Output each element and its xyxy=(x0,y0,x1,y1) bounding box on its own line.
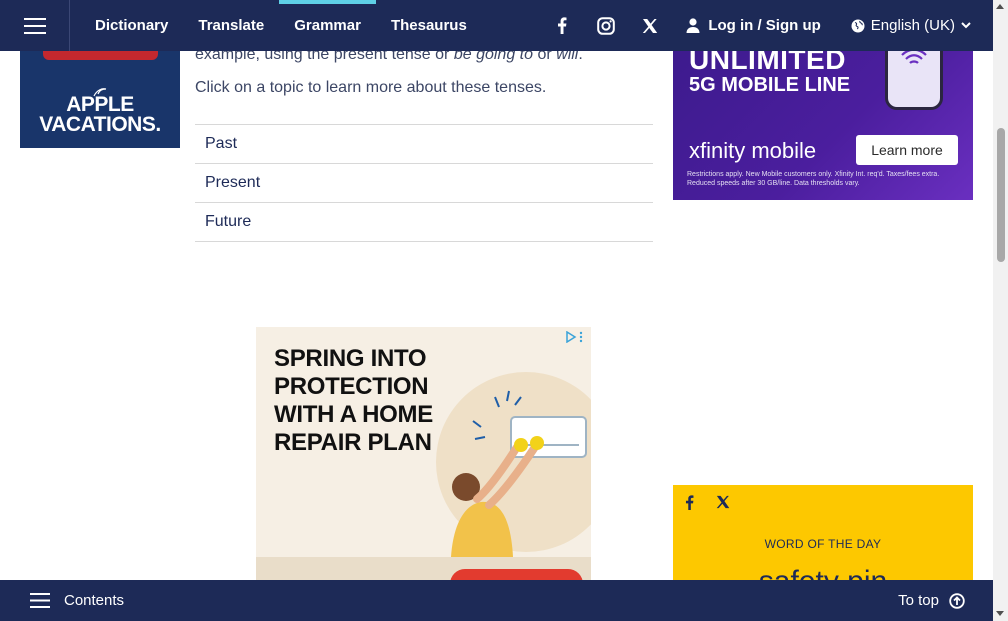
menu-button[interactable] xyxy=(0,0,70,51)
ad-headline-line: REPAIR PLAN xyxy=(274,429,432,456)
instagram-link[interactable] xyxy=(584,0,628,51)
x-icon[interactable] xyxy=(716,495,730,509)
ad-headline: SPRING INTO PROTECTION WITH A HOME REPAI… xyxy=(274,345,433,457)
scroll-thumb[interactable] xyxy=(997,128,1005,262)
instagram-icon xyxy=(597,16,616,35)
wotd-label: WORD OF THE DAY xyxy=(764,537,882,551)
ad-line2: 5G MOBILE LINE xyxy=(689,74,851,96)
x-icon xyxy=(643,18,658,33)
scroll-up-arrow-icon[interactable] xyxy=(996,4,1004,9)
air-conditioner-illustration xyxy=(451,390,587,557)
contents-label: Contents xyxy=(64,592,125,609)
hamburger-icon xyxy=(23,17,46,34)
topic-past[interactable]: Past xyxy=(195,125,653,164)
arrow-up-circle-icon xyxy=(949,592,965,609)
bottom-bar: Contents To top xyxy=(0,580,993,621)
globe-icon xyxy=(851,19,865,32)
list-icon xyxy=(30,593,50,608)
ad-fine-print: Restrictions apply. New Mobile customers… xyxy=(687,171,940,187)
nav-link-translate[interactable]: Translate xyxy=(183,0,279,51)
primary-nav: Dictionary Translate Grammar Thesaurus xyxy=(80,0,482,51)
center-advertisement[interactable]: SPRING INTO PROTECTION WITH A HOME REPAI… xyxy=(256,327,591,587)
scroll-down-arrow-icon[interactable] xyxy=(996,611,1004,616)
nav-link-dictionary[interactable]: Dictionary xyxy=(80,0,183,51)
facebook-link[interactable] xyxy=(540,0,584,51)
top-navigation: Dictionary Translate Grammar Thesaurus L… xyxy=(0,0,993,51)
facebook-icon[interactable] xyxy=(685,495,694,510)
ad-headline-line: SPRING INTO xyxy=(274,345,427,372)
adchoices-icon[interactable] xyxy=(565,330,585,346)
x-link[interactable] xyxy=(628,0,672,51)
user-icon xyxy=(686,18,700,33)
contents-button[interactable]: Contents xyxy=(30,592,124,609)
to-top-button[interactable]: To top xyxy=(898,592,965,609)
page-scrollbar[interactable] xyxy=(993,0,1008,621)
ad-brand-line2: VACATIONS. xyxy=(39,113,161,136)
ad-brand-line1: APPLE xyxy=(66,93,134,116)
nav-right: Log in / Sign up English (UK) xyxy=(540,0,993,51)
chevron-down-icon xyxy=(961,22,971,29)
topic-future[interactable]: Future xyxy=(195,203,653,242)
ad-brand: APPLE VACATIONS. xyxy=(20,93,180,136)
language-selector[interactable]: English (UK) xyxy=(851,17,971,34)
login-label: Log in / Sign up xyxy=(708,17,821,34)
facebook-icon xyxy=(558,17,567,34)
ad-headline-line: PROTECTION xyxy=(274,373,429,400)
nav-link-thesaurus[interactable]: Thesaurus xyxy=(376,0,482,51)
ad-headline-line: WITH A HOME xyxy=(274,401,433,428)
learn-more-button[interactable]: Learn more xyxy=(856,135,958,165)
wotd-share xyxy=(685,495,730,510)
login-link[interactable]: Log in / Sign up xyxy=(686,17,821,34)
to-top-label: To top xyxy=(898,592,939,609)
ad-brand-logo: xfinity mobile xyxy=(689,138,817,163)
nav-link-grammar[interactable]: Grammar xyxy=(279,0,376,51)
topic-present[interactable]: Present xyxy=(195,164,653,203)
topic-list: Past Present Future xyxy=(195,124,653,242)
language-label: English (UK) xyxy=(870,17,955,34)
topic-instruction: Click on a topic to learn more about the… xyxy=(195,79,547,96)
